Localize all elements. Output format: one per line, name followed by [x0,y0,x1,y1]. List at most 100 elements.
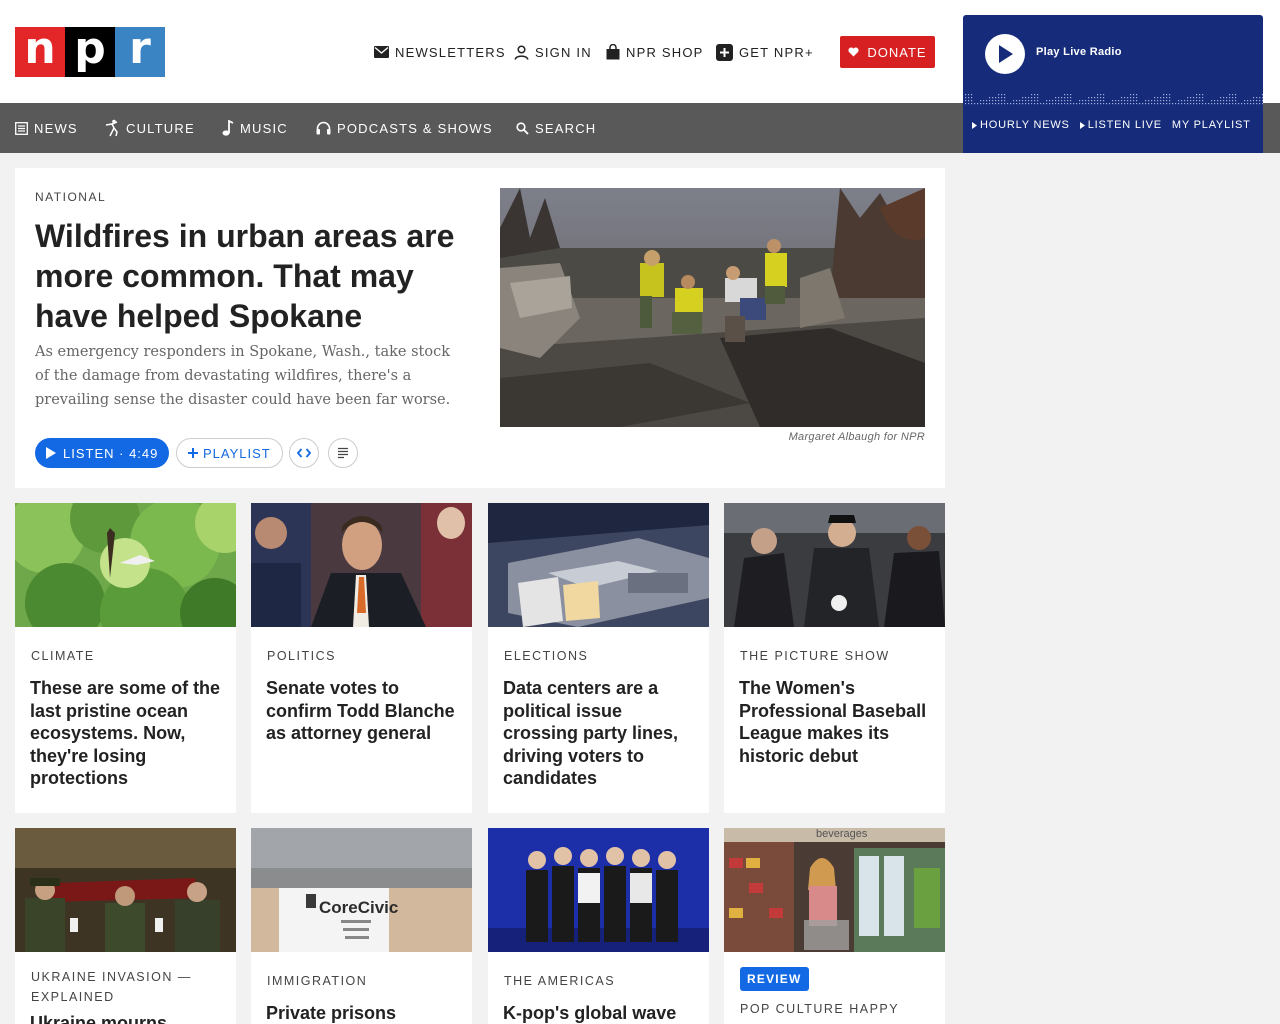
story-image[interactable] [488,828,709,952]
search-icon [516,121,529,135]
logo-letter-r: r [115,27,165,77]
review-badge: REVIEW [740,967,809,991]
story-card[interactable]: CoreCivic IMMIGRATION Private prisons [251,828,472,1024]
wildfire-ruins-photo [500,188,925,427]
card-title[interactable]: These are some of the last pristine ocea… [30,677,225,790]
music-note-icon [222,120,234,136]
playlist-label: PLAYLIST [203,445,271,461]
donate-button[interactable]: DONATE [840,36,935,68]
story-card[interactable]: THE AMERICAS K-pop's global wave [488,828,709,1024]
newsletters-link[interactable]: NEWSLETTERS [374,38,506,66]
play-live-radio-label: Play Live Radio [1036,46,1122,58]
listen-button[interactable]: LISTEN · 4:49 [35,438,170,468]
story-card[interactable]: CLIMATE These are some of the last prist… [15,503,236,813]
card-kicker[interactable]: ELECTIONS [504,646,694,666]
listen-live-label: LISTEN LIVE [1087,119,1162,131]
corecivic-sign-text: CoreCivic [319,898,398,917]
card-kicker[interactable]: UKRAINE INVASION — EXPLAINED [31,967,221,1007]
card-title[interactable]: Ukraine mourns [30,1012,225,1024]
featured-kicker[interactable]: NATIONAL [35,190,106,204]
plus-box-icon [716,43,733,61]
shopping-bag-icon [606,44,620,60]
live-radio-player: Play Live Radio HOURLY NEWS LISTEN LIVE … [963,15,1263,153]
story-image[interactable] [15,828,236,952]
featured-image[interactable] [500,188,925,427]
get-npr-plus-label: GET NPR+ [739,44,814,60]
user-icon [514,44,529,60]
senate-hearing-photo [251,503,472,627]
donate-label: DONATE [867,44,927,60]
nav-item-culture[interactable]: CULTURE [104,103,195,153]
culture-icon [105,119,118,137]
npr-logo[interactable]: n p r [15,27,165,77]
npr-shop-link[interactable]: NPR SHOP [606,38,704,66]
sign-in-link[interactable]: SIGN IN [514,38,592,66]
code-embed-icon [297,448,311,458]
story-image[interactable]: beverages [724,828,945,952]
my-playlist-label: MY PLAYLIST [1171,119,1251,131]
heart-icon [848,47,859,57]
plus-icon [188,448,198,458]
story-card[interactable]: beverages REVIEW POP CULTURE HAPPY [724,828,945,1024]
story-image[interactable]: CoreCivic [251,828,472,952]
listen-label: LISTEN · 4:49 [63,445,159,461]
story-card[interactable]: POLITICS Senate votes to confirm Todd Bl… [251,503,472,813]
forest-canopy-photo [15,503,236,627]
get-npr-plus-link[interactable]: GET NPR+ [716,38,814,66]
story-image[interactable] [15,503,236,627]
photo-credit: Margaret Albaugh for NPR [788,431,925,443]
beverages-sign-text: beverages [816,828,868,840]
logo-letter-n: n [15,27,65,77]
nav-podcasts-label: PODCASTS & SHOWS [337,120,493,136]
baseball-dugout-photo [724,503,945,627]
story-image[interactable] [251,503,472,627]
transcript-icon [338,447,348,459]
listen-live-link[interactable]: LISTEN LIVE [1079,119,1162,131]
card-kicker[interactable]: THE AMERICAS [504,971,694,991]
embed-button[interactable] [289,438,319,468]
featured-teaser: As emergency responders in Spokane, Wash… [35,344,451,408]
featured-title[interactable]: Wildfires in urban areas are more common… [35,216,475,336]
story-image[interactable] [488,503,709,627]
card-title[interactable]: Data centers are a political issue cross… [503,677,698,790]
card-kicker[interactable]: THE PICTURE SHOW [740,646,930,666]
story-card[interactable]: ELECTIONS Data centers are a political i… [488,503,709,813]
card-title[interactable]: The Women's Professional Baseball League… [739,677,934,767]
card-kicker[interactable]: POP CULTURE HAPPY [740,999,930,1019]
card-title[interactable]: K-pop's global wave [503,1002,698,1024]
nav-news-label: NEWS [34,120,78,136]
play-icon [46,447,56,459]
newsletters-label: NEWSLETTERS [395,44,506,60]
card-title[interactable]: Senate votes to confirm Todd Blanche as … [266,677,461,745]
triangle-right-icon [972,121,977,129]
add-to-playlist-button[interactable]: PLAYLIST [176,438,283,468]
hourly-news-label: HOURLY NEWS [980,119,1070,131]
headphones-icon [316,121,331,135]
card-title[interactable]: Private prisons [266,1002,461,1024]
corecivic-sign-photo: CoreCivic [251,828,472,952]
story-image[interactable] [724,503,945,627]
nav-item-podcasts[interactable]: PODCASTS & SHOWS [316,103,493,153]
nav-item-news[interactable]: NEWS [15,103,78,153]
nav-item-music[interactable]: MUSIC [222,103,288,153]
news-icon [15,121,28,135]
featured-story: NATIONAL Wildfires in urban areas are mo… [15,168,945,488]
play-icon [999,45,1013,63]
card-kicker[interactable]: IMMIGRATION [267,971,457,991]
my-playlist-link[interactable]: MY PLAYLIST [1172,119,1251,131]
play-live-radio-button[interactable] [985,34,1025,74]
ukraine-funeral-photo [15,828,236,952]
nav-culture-label: CULTURE [126,120,195,136]
sign-in-label: SIGN IN [535,44,592,60]
card-kicker[interactable]: POLITICS [267,646,457,666]
nav-search-label: SEARCH [535,120,597,136]
triangle-right-icon [1079,121,1085,129]
audio-wave-graphic [965,94,1263,105]
story-card[interactable]: UKRAINE INVASION — EXPLAINED Ukraine mou… [15,828,236,1024]
card-kicker[interactable]: CLIMATE [31,646,221,666]
story-card[interactable]: THE PICTURE SHOW The Women's Professiona… [724,503,945,813]
player-links: HOURLY NEWS LISTEN LIVE MY PLAYLIST [972,119,1251,131]
hourly-news-link[interactable]: HOURLY NEWS [972,119,1070,131]
nav-item-search[interactable]: SEARCH [516,103,596,153]
transcript-button[interactable] [328,438,358,468]
